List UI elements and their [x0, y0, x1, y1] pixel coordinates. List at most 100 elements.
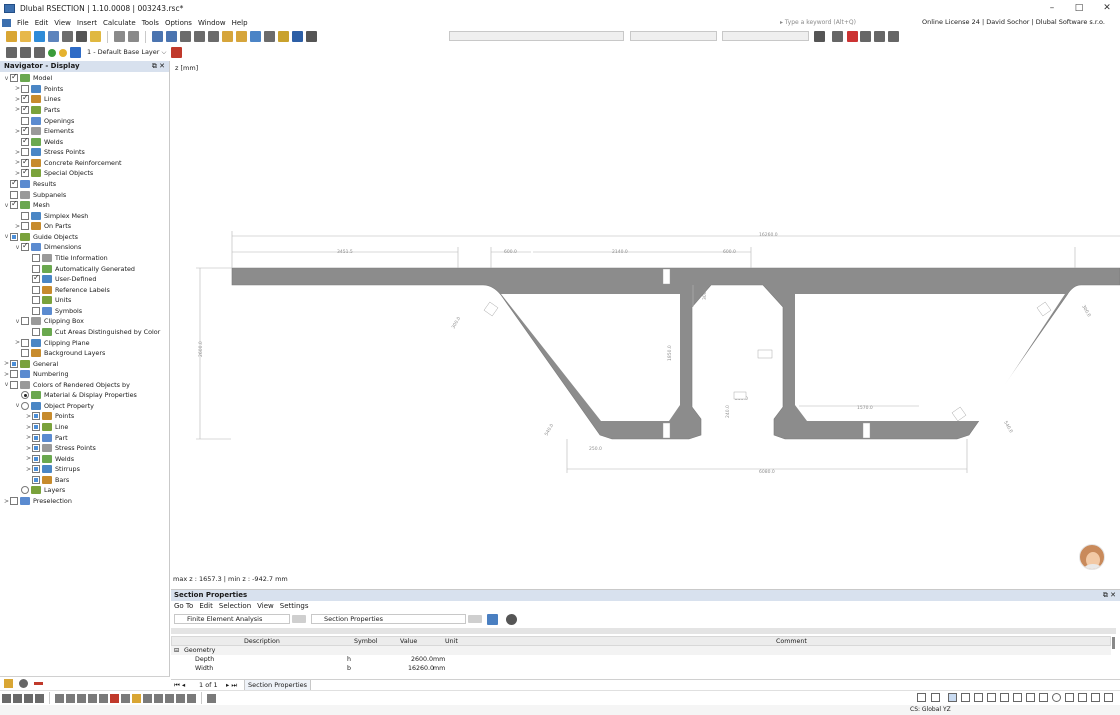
checkbox[interactable] — [32, 412, 40, 421]
pencil-icon[interactable] — [278, 31, 289, 42]
section-icon[interactable] — [250, 31, 261, 42]
checkbox[interactable] — [32, 306, 40, 315]
snap-tangent-icon[interactable] — [1013, 693, 1022, 702]
expand-chevron-icon[interactable]: > — [25, 434, 32, 441]
delete-line-icon[interactable] — [110, 693, 119, 703]
checkbox[interactable] — [32, 423, 40, 432]
settings-icon[interactable] — [832, 31, 843, 42]
result-type-combo[interactable] — [722, 31, 809, 41]
checkbox[interactable] — [32, 273, 40, 284]
keyword-search-input[interactable]: ▸ Type a keyword (Alt+Q) — [780, 18, 915, 27]
rebar-icon[interactable] — [176, 693, 185, 703]
mesh-icon[interactable] — [207, 693, 216, 703]
results-toggle-icon[interactable] — [222, 31, 233, 42]
panel-menu-view[interactable]: View — [257, 601, 274, 612]
arc-icon[interactable] — [77, 693, 86, 703]
checkbox[interactable] — [21, 104, 29, 114]
sort-icon[interactable] — [874, 31, 885, 42]
checkbox[interactable] — [10, 232, 18, 241]
lasso-icon[interactable] — [24, 693, 33, 703]
tree-item-dimensions[interactable]: v Dimensions — [14, 241, 81, 253]
tree-item-part[interactable]: > Part — [25, 432, 68, 443]
assistant-avatar[interactable] — [1079, 544, 1105, 570]
layer-manager-icon[interactable] — [34, 47, 45, 58]
tree-item-reference-labels[interactable]: Reference Labels — [25, 284, 110, 295]
tree-item-user-defined[interactable]: User-Defined — [25, 273, 96, 285]
collapse-chevron-icon[interactable]: v — [14, 318, 21, 325]
expand-chevron-icon[interactable]: > — [14, 106, 21, 113]
snap-center-icon[interactable] — [1052, 693, 1061, 702]
nav-tab-data-icon[interactable] — [4, 679, 13, 688]
checkbox[interactable] — [21, 317, 29, 326]
result-combo[interactable] — [630, 31, 717, 41]
menu-tools[interactable]: Tools — [142, 19, 159, 27]
snap-relative-icon[interactable] — [1091, 693, 1100, 702]
spline-icon[interactable] — [99, 693, 108, 703]
expand-chevron-icon[interactable]: > — [3, 498, 10, 505]
tree-item-simplex-mesh[interactable]: Simplex Mesh — [14, 210, 88, 221]
tree-item-bars[interactable]: Bars — [25, 475, 69, 486]
expand-chevron-icon[interactable]: > — [14, 223, 21, 230]
tree-item-special-objects[interactable]: > Special Objects — [14, 167, 93, 179]
tree-item-welds[interactable]: Welds — [14, 136, 63, 147]
grid-icon[interactable] — [264, 31, 275, 42]
table-scrollbar[interactable] — [1112, 637, 1115, 649]
arrows-icon[interactable] — [860, 31, 871, 42]
results-scale-icon[interactable] — [814, 31, 825, 42]
collapse-chevron-icon[interactable]: v — [3, 202, 10, 209]
checkbox[interactable] — [32, 475, 40, 484]
load-case-combo[interactable] — [449, 31, 624, 41]
layer-lock-icon[interactable] — [20, 47, 31, 58]
maximize-button[interactable]: □ — [1066, 0, 1092, 17]
line-icon[interactable] — [55, 693, 64, 703]
search-icon[interactable] — [506, 614, 517, 625]
checkbox[interactable] — [10, 370, 18, 379]
checkbox[interactable] — [21, 148, 29, 157]
tree-item-concrete-reinforcement[interactable]: > Concrete Reinforcement — [14, 157, 122, 169]
snap-perpendicular-icon[interactable] — [1000, 693, 1009, 702]
snap-object-icon[interactable] — [961, 693, 970, 702]
snap-guide-icon[interactable] — [1065, 693, 1074, 702]
export-table-icon[interactable] — [487, 614, 498, 625]
tree-item-symbols[interactable]: Symbols — [25, 306, 82, 317]
tree-item-stress-points[interactable]: > Stress Points — [25, 443, 96, 454]
radio-button[interactable] — [21, 391, 29, 400]
expand-chevron-icon[interactable]: > — [14, 339, 21, 346]
tree-item-automatically-generated[interactable]: Automatically Generated — [25, 263, 135, 274]
book-icon[interactable] — [306, 31, 317, 42]
checkbox[interactable] — [32, 444, 40, 453]
expand-chevron-icon[interactable]: > — [14, 128, 21, 135]
tree-item-model[interactable]: v Model — [3, 72, 52, 84]
collapse-chevron-icon[interactable]: v — [14, 244, 21, 251]
collapse-chevron-icon[interactable]: v — [3, 381, 10, 388]
export-icon[interactable] — [888, 31, 899, 42]
snap-intersection-icon[interactable] — [987, 693, 996, 702]
tree-item-general[interactable]: > General — [3, 358, 58, 369]
layer-select[interactable]: 1 - Default Base Layer ⌵ — [84, 48, 168, 58]
menu-view[interactable]: View — [54, 19, 71, 27]
menu-help[interactable]: Help — [232, 19, 248, 27]
menu-file[interactable]: File — [17, 19, 29, 27]
coordinate-system[interactable]: CS: Global YZ — [910, 705, 951, 715]
axis-icon[interactable] — [292, 31, 303, 42]
menu-window[interactable]: Window — [198, 19, 226, 27]
layer-visibility-icon[interactable] — [6, 47, 17, 58]
table-row[interactable]: Depth h 2600.0 mm — [171, 655, 1111, 664]
analysis-nav-icon[interactable] — [292, 615, 306, 623]
layer-active-icon[interactable] — [48, 48, 56, 57]
group-collapse-icon[interactable]: ⊟ — [174, 646, 179, 655]
checkbox[interactable] — [10, 199, 18, 210]
tree-item-material-display-properties[interactable]: Material & Display Properties — [14, 390, 137, 401]
tree-item-points[interactable]: > Points — [25, 411, 74, 422]
checkbox[interactable] — [32, 327, 40, 336]
checkbox[interactable] — [21, 136, 29, 146]
table-group-row[interactable]: ⊟ Geometry — [171, 646, 1111, 655]
dimension-icon[interactable] — [121, 693, 130, 703]
checkbox[interactable] — [21, 93, 29, 104]
select-icon[interactable] — [2, 693, 11, 703]
collapse-chevron-icon[interactable]: v — [3, 233, 10, 240]
open-icon[interactable] — [20, 31, 31, 42]
tree-item-lines[interactable]: > Lines — [14, 93, 61, 105]
checkbox[interactable] — [21, 116, 29, 125]
snap-parallel-icon[interactable] — [1026, 693, 1035, 702]
